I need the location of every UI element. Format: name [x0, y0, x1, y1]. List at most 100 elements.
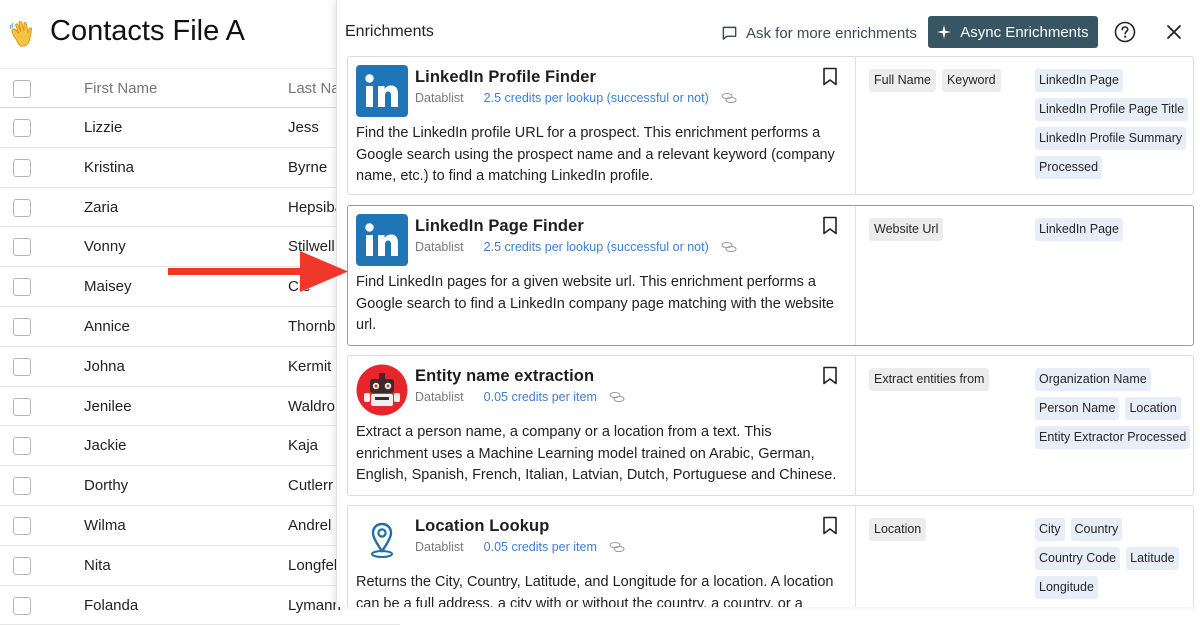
output-tag: LinkedIn Page: [1035, 218, 1123, 241]
cell-first-name: Zaria: [84, 198, 119, 216]
card-price[interactable]: 2.5 credits per lookup (successful or no…: [484, 91, 709, 105]
input-tag: Location: [869, 518, 927, 541]
async-enrichments-label: Async Enrichments: [960, 23, 1089, 41]
card-vendor: Datablist: [415, 540, 464, 554]
row-checkbox[interactable]: [13, 278, 31, 297]
coins-icon: [609, 542, 625, 552]
bookmark-icon[interactable]: [822, 366, 838, 385]
cell-first-name: Wilma: [84, 516, 126, 534]
cell-last-name: Kermit: [288, 357, 332, 375]
row-checkbox[interactable]: [13, 119, 31, 137]
ask-more-enrichments-button[interactable]: Ask for more enrichments: [721, 22, 917, 44]
red-arrow-annotation: [168, 251, 348, 292]
card-price[interactable]: 0.05 credits per item: [484, 540, 597, 554]
card-description: Extract a person name, a company or a lo…: [356, 424, 837, 483]
enrichment-card-linkedin-profile-finder[interactable]: LinkedIn Profile Finder Datablist 2.5 cr…: [347, 56, 1194, 195]
card-main: LinkedIn Page Finder Datablist 2.5 credi…: [348, 206, 856, 345]
card-inputs: Extract entities from: [869, 368, 1029, 391]
card-vendor: Datablist: [415, 91, 464, 105]
cell-first-name: Lizzie: [84, 119, 123, 136]
ask-more-enrichments-label: Ask for more enrichments: [746, 24, 917, 42]
bookmark-icon[interactable]: [822, 516, 838, 535]
row-checkbox[interactable]: [13, 158, 31, 177]
enrichment-card-location-lookup[interactable]: Location Lookup Datablist 0.05 credits p…: [347, 505, 1194, 607]
output-tag: LinkedIn Profile Page Title: [1035, 98, 1189, 121]
output-tag: Organization Name: [1035, 368, 1151, 391]
input-tag: Website Url: [869, 218, 944, 241]
cell-last-name: Jess: [288, 119, 319, 136]
row-checkbox[interactable]: [13, 238, 31, 257]
panel-title: Enrichments: [345, 23, 434, 40]
row-checkbox[interactable]: [13, 477, 31, 496]
card-main: LinkedIn Profile Finder Datablist 2.5 cr…: [348, 57, 856, 194]
row-checkbox[interactable]: [13, 198, 31, 217]
row-checkbox[interactable]: [13, 437, 31, 456]
cell-first-name: Kristina: [84, 158, 135, 176]
column-header-last-name[interactable]: Last Na: [288, 80, 340, 97]
close-icon[interactable]: [1164, 22, 1184, 42]
input-tag: Full Name: [869, 69, 936, 92]
card-outputs: Organization Name Person Name Location E…: [1035, 368, 1195, 449]
card-description: Returns the City, Country, Latitude, and…: [356, 574, 834, 607]
sparkle-icon: [937, 25, 952, 39]
cell-first-name: Nita: [84, 556, 111, 574]
output-tag: Person Name: [1035, 397, 1120, 420]
output-tag: Longitude: [1035, 576, 1098, 599]
output-tag: Location: [1125, 397, 1181, 420]
input-tag: Extract entities from: [869, 368, 990, 391]
column-header-first-name[interactable]: First Name: [84, 80, 157, 97]
cell-first-name: Annice: [84, 317, 130, 335]
card-description: Find LinkedIn pages for a given website …: [356, 274, 834, 333]
cell-last-name: Kaja: [288, 437, 319, 455]
output-tag: LinkedIn Profile Summary: [1035, 127, 1187, 150]
card-vendor: Datablist: [415, 240, 464, 254]
cell-last-name: Cutlerr: [288, 477, 334, 495]
card-price[interactable]: 2.5 credits per lookup (successful or no…: [484, 240, 709, 254]
card-main: Location Lookup Datablist 0.05 credits p…: [348, 506, 856, 607]
robot-logo-icon: [356, 364, 408, 416]
card-inputs: Website Url: [869, 218, 1029, 241]
output-tag: LinkedIn Page: [1035, 69, 1123, 92]
enrichment-card-entity-name-extraction[interactable]: Entity name extraction Datablist 0.05 cr…: [347, 355, 1194, 496]
coins-icon: [721, 93, 737, 103]
card-main: Entity name extraction Datablist 0.05 cr…: [348, 356, 856, 495]
bookmark-icon[interactable]: [822, 216, 838, 235]
help-icon[interactable]: [1114, 21, 1136, 43]
card-title: Entity name extraction: [415, 367, 595, 385]
card-title: Location Lookup: [415, 517, 550, 535]
cell-last-name: Byrne: [288, 158, 328, 176]
enrichment-card-linkedin-page-finder[interactable]: LinkedIn Page Finder Datablist 2.5 credi…: [347, 205, 1194, 346]
card-price[interactable]: 0.05 credits per item: [484, 390, 597, 404]
card-outputs: LinkedIn Page LinkedIn Profile Page Titl…: [1035, 69, 1195, 179]
cell-first-name: Dorthy: [84, 477, 129, 495]
row-checkbox[interactable]: [13, 596, 31, 615]
output-tag: Processed: [1035, 156, 1103, 179]
cell-first-name: Johna: [84, 357, 125, 375]
card-description: Find the LinkedIn profile URL for a pros…: [356, 125, 835, 184]
select-all-checkbox[interactable]: [13, 80, 31, 98]
coins-icon: [609, 392, 625, 402]
row-checkbox[interactable]: [13, 397, 31, 416]
row-checkbox[interactable]: [13, 317, 31, 336]
row-checkbox[interactable]: [13, 516, 31, 535]
row-checkbox[interactable]: [13, 357, 31, 376]
cell-first-name: Jackie: [84, 437, 127, 455]
card-vendor: Datablist: [415, 390, 464, 404]
cell-first-name: Maisey: [84, 278, 132, 296]
linkedin-logo-icon: [356, 214, 408, 266]
card-inputs: Location: [869, 518, 1029, 541]
card-outputs: LinkedIn Page: [1035, 218, 1195, 241]
chat-bubble-icon: [722, 26, 737, 40]
card-meta: Datablist 0.05 credits per item: [415, 390, 625, 404]
cell-last-name: Longfel: [288, 556, 338, 574]
card-inputs: Full Name Keyword: [869, 69, 1029, 92]
bookmark-icon[interactable]: [822, 67, 838, 86]
cell-first-name: Vonny: [84, 238, 126, 256]
cell-last-name: Hepsiba: [288, 198, 344, 216]
row-checkbox[interactable]: [13, 556, 31, 575]
cell-first-name: Jenilee: [84, 397, 132, 415]
page-title: Contacts File A: [50, 15, 246, 47]
output-tag: City: [1035, 518, 1065, 541]
waving-hand-icon: [7, 18, 39, 50]
async-enrichments-button[interactable]: Async Enrichments: [928, 16, 1098, 48]
